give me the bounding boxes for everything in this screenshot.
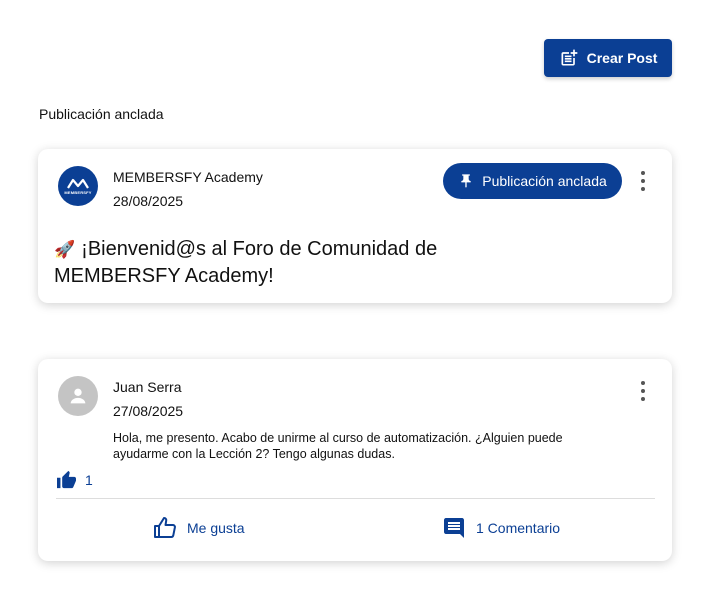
post-author[interactable]: Juan Serra [113, 379, 181, 395]
more-options-icon[interactable] [640, 171, 646, 191]
brand-logo-icon [67, 178, 89, 189]
divider [56, 498, 655, 499]
pinned-post-card: MEMBERSFY MEMBERSFY Academy 28/08/2025 P… [38, 149, 672, 303]
pinned-post-title[interactable]: 🚀 ¡Bienvenid@s al Foro de Comunidad de ME… [54, 236, 484, 289]
thumb-up-outline-icon [154, 517, 176, 538]
post-body: Hola, me presento. Acabo de unirme al cu… [113, 431, 563, 461]
comment-button-label: 1 Comentario [476, 520, 561, 536]
post-card: Juan Serra 27/08/2025 Hola, me presento.… [38, 359, 672, 561]
comment-button[interactable]: 1 Comentario [442, 516, 560, 540]
like-button[interactable]: Me gusta [153, 516, 245, 540]
post-author[interactable]: MEMBERSFY Academy [113, 169, 263, 185]
more-options-icon[interactable] [640, 381, 646, 401]
create-post-label: Crear Post [586, 50, 658, 66]
pinned-post-title-text: ¡Bienvenid@s al Foro de Comunidad de MEM… [54, 238, 438, 287]
thumb-up-filled-icon [57, 470, 76, 489]
rocket-icon: 🚀 [54, 240, 76, 259]
pinned-badge-label: Publicación anclada [482, 173, 607, 189]
pinned-section-title: Publicación anclada [39, 106, 164, 122]
pinned-badge[interactable]: Publicación anclada [443, 163, 622, 199]
create-post-button[interactable]: Crear Post [544, 39, 672, 77]
comment-icon [444, 518, 464, 538]
pin-icon [461, 174, 471, 188]
user-icon [70, 388, 86, 404]
like-count-value: 1 [85, 471, 93, 488]
like-count: 1 [56, 470, 93, 489]
like-button-label: Me gusta [187, 520, 245, 536]
post-date: 27/08/2025 [113, 403, 184, 419]
avatar[interactable] [58, 376, 98, 416]
post-date: 28/08/2025 [113, 193, 184, 209]
post-add-icon [561, 49, 577, 66]
avatar-brand-text: MEMBERSFY [64, 190, 92, 195]
avatar[interactable]: MEMBERSFY [58, 166, 98, 206]
